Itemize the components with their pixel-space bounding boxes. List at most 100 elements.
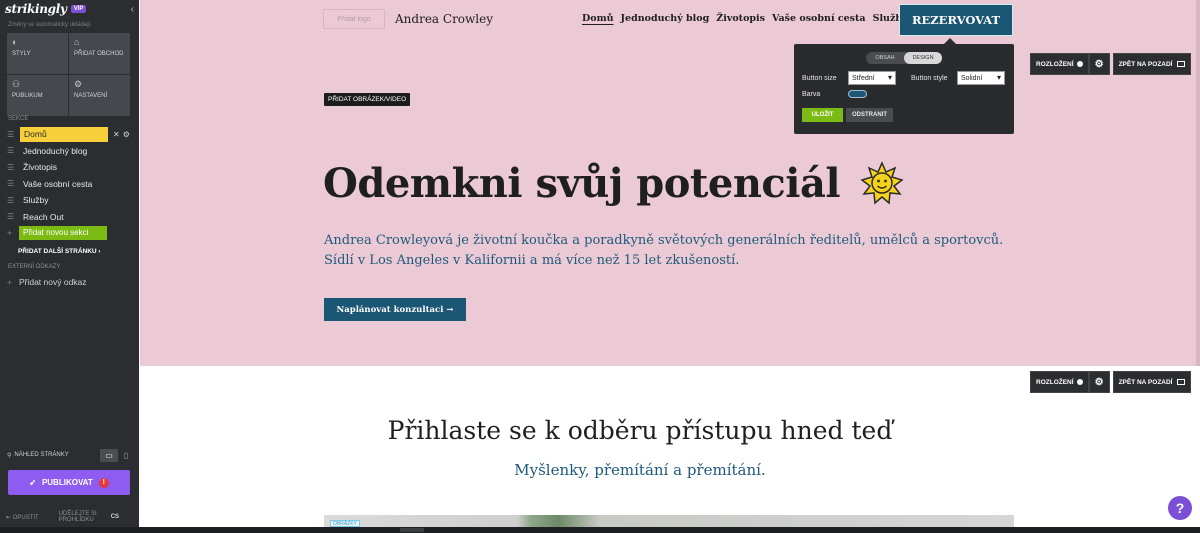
- section-settings-gear-icon[interactable]: ⚙: [1088, 53, 1110, 75]
- gear-icon: ⚙: [74, 79, 83, 89]
- section-label: Reach Out: [23, 211, 64, 222]
- button-size-label: Button size: [802, 74, 837, 82]
- nav-link-journey[interactable]: Vaše osobní cesta: [772, 13, 866, 24]
- button-style-row: Button style Solidní: [911, 71, 1005, 85]
- nav-link-resume[interactable]: Životopis: [716, 13, 765, 24]
- nav-link-blog[interactable]: Jednoduchý blog: [621, 13, 710, 24]
- image-tag: OBRÁZKY: [330, 520, 360, 527]
- autosave-note: Změny se automaticky ukládají.: [8, 22, 93, 28]
- nav-link-home[interactable]: Domů: [582, 13, 614, 24]
- button-style-label: Button style: [911, 74, 948, 82]
- vip-badge: VIP: [70, 5, 87, 13]
- schedule-consultation-button[interactable]: Naplánovat konzultaci →: [324, 298, 466, 321]
- add-page-label: PŘIDAT DALŠÍ STRÁNKU: [18, 248, 97, 255]
- button-color-row: Barva: [802, 90, 867, 98]
- button-editor-popup: OBSAH DESIGN Button size Střední Button …: [794, 38, 1014, 134]
- preview-label: NÁHLED STRÁNKY: [14, 452, 69, 458]
- book-button[interactable]: REZERVOVAT: [899, 4, 1013, 36]
- background-button[interactable]: ZPĚT NA POZADÍ: [1112, 53, 1191, 75]
- hero-title[interactable]: Odemkni svůj potenciál: [323, 160, 904, 207]
- section-item-home[interactable]: ☰ Domů ✕ ⚙: [0, 126, 139, 143]
- exit-link[interactable]: ⇤ OPUSTIT: [6, 514, 39, 521]
- section-settings-gear-icon[interactable]: ⚙: [1088, 371, 1110, 393]
- section-list: ☰ Domů ✕ ⚙ ☰ Jednoduchý blog ☰ Životopis…: [0, 126, 139, 225]
- section-item-services[interactable]: ☰ Služby: [0, 192, 139, 209]
- drag-handle-icon[interactable]: ☰: [7, 130, 17, 139]
- help-button[interactable]: ?: [1168, 496, 1192, 520]
- subscribe-title[interactable]: Přihlaste se k odběru přístupu hned teď: [140, 416, 1140, 445]
- taskbar-item[interactable]: [400, 528, 424, 532]
- section-label: Služby: [23, 195, 49, 206]
- subscribe-subtitle[interactable]: Myšlenky, přemítání a přemítání.: [140, 461, 1140, 479]
- delete-section-icon[interactable]: ✕: [113, 130, 120, 139]
- plus-icon: +: [7, 277, 12, 287]
- button-size-row: Button size Střední: [802, 71, 896, 85]
- rocket-icon: ➶: [29, 478, 36, 487]
- sections-heading: SEKCE: [8, 116, 29, 122]
- add-logo-placeholder[interactable]: Přidat logo: [323, 9, 385, 29]
- tile-label: NASTAVENÍ: [74, 93, 108, 99]
- remove-button[interactable]: ODSTRANIT: [846, 108, 893, 122]
- section-item-blog[interactable]: ☰ Jednoduchý blog: [0, 143, 139, 160]
- section-toolbar-subscribe: ROZLOŽENÍ ⚙ ZPĚT NA POZADÍ: [1030, 371, 1191, 393]
- hero-subtitle-line1: Andrea Crowleyová je životní koučka a po…: [324, 233, 1004, 248]
- site-title[interactable]: Andrea Crowley: [395, 12, 493, 26]
- desktop-preview-icon[interactable]: ▭: [100, 448, 118, 462]
- background-button[interactable]: ZPĚT NA POZADÍ: [1112, 371, 1191, 393]
- button-size-select[interactable]: Střední: [848, 71, 896, 85]
- section-item-reach-out[interactable]: ☰ Reach Out: [0, 209, 139, 226]
- people-icon: ⚇: [12, 79, 21, 89]
- background-label: ZPĚT NA POZADÍ: [1118, 60, 1173, 68]
- tile-label: PŘIDAT OBCHOD: [74, 51, 124, 57]
- button-color-label: Barva: [802, 90, 821, 98]
- color-swatch[interactable]: [848, 90, 867, 98]
- tile-add-store[interactable]: ⌂ PŘIDAT OBCHOD: [69, 33, 130, 74]
- site-navigation: Domů Jednoduchý blog Životopis Vaše osob…: [582, 13, 915, 24]
- hero-subtitle-line2: Sídlí v Los Angeles v Kalifornii a má ví…: [324, 253, 740, 268]
- search-icon: ⚲: [7, 452, 12, 459]
- hero-title-text: Odemkni svůj potenciál: [323, 160, 841, 207]
- subscribe-image[interactable]: [324, 515, 1014, 527]
- drag-handle-icon[interactable]: ☰: [7, 163, 17, 172]
- tour-link[interactable]: UDĚLEJTE SI PROHLÍDKU: [59, 511, 101, 523]
- add-page-link[interactable]: PŘIDAT DALŠÍ STRÁNKU ›: [18, 248, 101, 255]
- tab-design[interactable]: DESIGN: [904, 52, 942, 64]
- tile-settings[interactable]: ⚙ NASTAVENÍ: [69, 75, 130, 116]
- layout-button[interactable]: ROZLOŽENÍ: [1030, 371, 1089, 393]
- add-media-button[interactable]: PŘIDAT OBRÁZEK/VIDEO: [324, 93, 411, 106]
- tile-label: STYLY: [12, 51, 31, 57]
- drag-handle-icon[interactable]: ☰: [7, 179, 17, 188]
- layout-button[interactable]: ROZLOŽENÍ: [1030, 53, 1089, 75]
- section-label: Vaše osobní cesta: [23, 178, 93, 189]
- button-style-select[interactable]: Solidní: [957, 71, 1005, 85]
- layout-label: ROZLOŽENÍ: [1036, 378, 1074, 386]
- add-section-button[interactable]: Přidat novou sekci: [19, 226, 107, 240]
- language-selector[interactable]: CS: [111, 514, 119, 520]
- save-button[interactable]: ULOŽIT: [802, 108, 843, 122]
- image-icon: [1176, 379, 1185, 385]
- os-taskbar: [0, 527, 1200, 533]
- publish-button[interactable]: ➶ PUBLIKOVAT !: [8, 470, 130, 495]
- section-settings-icon[interactable]: ⚙: [123, 130, 130, 139]
- add-link-button[interactable]: + Přidat nový odkaz: [7, 277, 87, 287]
- hero-subtitle[interactable]: Andrea Crowleyová je životní koučka a po…: [324, 231, 1014, 271]
- section-item-resume[interactable]: ☰ Životopis: [0, 159, 139, 176]
- warning-icon: !: [98, 477, 109, 488]
- exit-label: OPUSTIT: [12, 514, 39, 521]
- plus-icon: +: [7, 228, 13, 238]
- collapse-sidebar-icon[interactable]: ‹: [131, 4, 134, 15]
- sidebar-header: strikingly VIP ‹: [0, 0, 139, 18]
- tile-styles[interactable]: ◐ STYLY: [7, 33, 68, 74]
- scroll-gutter: [1196, 0, 1200, 366]
- section-item-journey[interactable]: ☰ Vaše osobní cesta: [0, 176, 139, 193]
- mobile-preview-icon[interactable]: ▯: [120, 451, 132, 460]
- drag-handle-icon[interactable]: ☰: [7, 146, 17, 155]
- section-toolbar-hero: ROZLOŽENÍ ⚙ ZPĚT NA POZADÍ: [1030, 53, 1191, 75]
- add-link-label: Přidat nový odkaz: [18, 277, 87, 287]
- popup-tabs: OBSAH DESIGN: [866, 52, 942, 64]
- drag-handle-icon[interactable]: ☰: [7, 212, 17, 221]
- drag-handle-icon[interactable]: ☰: [7, 196, 17, 205]
- layout-label: ROZLOŽENÍ: [1036, 60, 1074, 68]
- tile-audience[interactable]: ⚇ PUBLIKUM: [7, 75, 68, 116]
- tab-content[interactable]: OBSAH: [866, 52, 904, 64]
